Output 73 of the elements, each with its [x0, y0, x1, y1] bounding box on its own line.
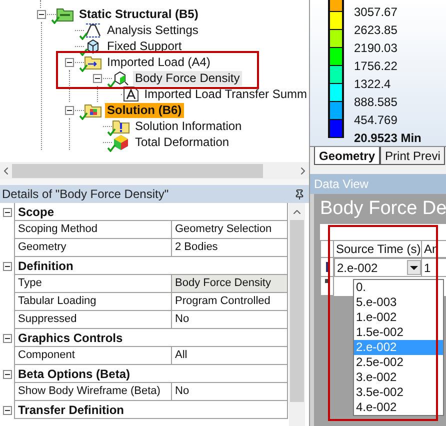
- dropdown-option[interactable]: 1.e-002: [354, 310, 443, 325]
- tree-item[interactable]: Solution Information: [133, 118, 244, 134]
- cube-icon: [112, 70, 130, 86]
- arch-icon: [84, 22, 102, 38]
- property-value[interactable]: Program Controlled: [172, 293, 288, 311]
- arrow-folder-icon: [84, 54, 102, 70]
- panel-title: Data View: [314, 176, 368, 193]
- legend-label: 3057.67: [354, 5, 398, 19]
- dropdown-option[interactable]: 5.e-003: [354, 295, 443, 310]
- legend-label: 454.769: [354, 113, 398, 127]
- table-cell: 1: [422, 258, 446, 277]
- legend-label: 1322.4: [354, 77, 391, 91]
- property-name: Suppressed: [18, 312, 77, 328]
- view-tab[interactable]: Print Previ: [380, 147, 446, 165]
- property-value[interactable]: All: [172, 347, 288, 365]
- tree-item[interactable]: Analysis Settings: [105, 22, 200, 38]
- property-value[interactable]: Body Force Density: [172, 275, 288, 293]
- collapse-toggle[interactable]: [2, 262, 12, 270]
- dropdown-option[interactable]: 2.5e-002: [354, 355, 443, 370]
- colored-cube-icon: [112, 134, 130, 150]
- legend-label: 888.585: [354, 95, 398, 109]
- dropdown-option[interactable]: 4.e-002: [354, 400, 443, 415]
- property-name: Tabular Loading: [18, 294, 96, 310]
- property-value[interactable]: 2 Bodies: [172, 239, 288, 257]
- tree-item[interactable]: Imported Load Transfer Summ: [142, 86, 309, 102]
- property-name: Type: [18, 276, 42, 292]
- dropdown-option[interactable]: 0.: [354, 280, 443, 295]
- column-header: Source Time (s): [334, 240, 422, 258]
- dropdown-option[interactable]: 3.5e-002: [354, 385, 443, 400]
- property-name: Component: [18, 348, 75, 364]
- tree-item[interactable]: Fixed Support: [105, 38, 184, 54]
- collapse-toggle[interactable]: [2, 208, 12, 216]
- dropdown-option[interactable]: 1.5e-002: [354, 325, 443, 340]
- property-value[interactable]: No: [172, 383, 288, 401]
- tree-item[interactable]: Static Structural (B5): [77, 6, 200, 22]
- property-value[interactable]: Geometry Selection: [172, 221, 288, 239]
- view-tab[interactable]: Geometry: [314, 147, 380, 165]
- section-title: Scope: [18, 204, 54, 220]
- property-name: Geometry: [18, 240, 66, 256]
- horizontal-scrollbar[interactable]: [0, 162, 309, 179]
- vertical-scrollbar[interactable]: [289, 203, 305, 426]
- property-value[interactable]: No: [172, 311, 288, 329]
- tree-item[interactable]: Body Force Density: [133, 70, 242, 86]
- caret-icon: [410, 266, 418, 270]
- tree-item[interactable]: Total Deformation: [133, 134, 232, 150]
- folder-icon: [84, 102, 102, 118]
- legend-label: 1756.22: [354, 59, 398, 73]
- collapse-toggle[interactable]: [2, 334, 12, 342]
- property-name: Show Body Wireframe (Beta): [18, 384, 160, 400]
- pin-icon[interactable]: [294, 188, 305, 200]
- collapse-toggle[interactable]: [65, 106, 74, 114]
- section-title: Transfer Definition: [18, 402, 124, 418]
- section-title: Beta Options (Beta): [18, 366, 130, 382]
- dropdown-option[interactable]: 3.e-002: [354, 370, 443, 385]
- section-title: Graphics Controls: [18, 330, 123, 346]
- collapse-toggle[interactable]: [37, 10, 46, 18]
- tree-item[interactable]: Solution (B6): [105, 102, 184, 118]
- collapse-toggle[interactable]: [93, 74, 102, 82]
- tree-item[interactable]: Imported Load (A4): [105, 54, 212, 70]
- collapse-toggle[interactable]: [2, 370, 12, 378]
- collapse-toggle[interactable]: [2, 406, 12, 414]
- source-time-dropdown[interactable]: 2.e-002: [334, 258, 422, 277]
- collapse-toggle[interactable]: [65, 58, 74, 66]
- data-heading: Body Force De: [320, 197, 446, 221]
- info-icon: [112, 118, 130, 134]
- section-title: Definition: [18, 258, 74, 274]
- legend-label: 2190.03: [354, 41, 398, 55]
- folder-icon: [56, 6, 74, 22]
- property-name: Scoping Method: [18, 222, 98, 238]
- legend-label: 20.9523 Min: [354, 131, 422, 145]
- legend-label: 2623.85: [354, 23, 398, 37]
- new-row-icon: [325, 279, 329, 283]
- details-title: Details of "Body Force Density": [2, 186, 169, 203]
